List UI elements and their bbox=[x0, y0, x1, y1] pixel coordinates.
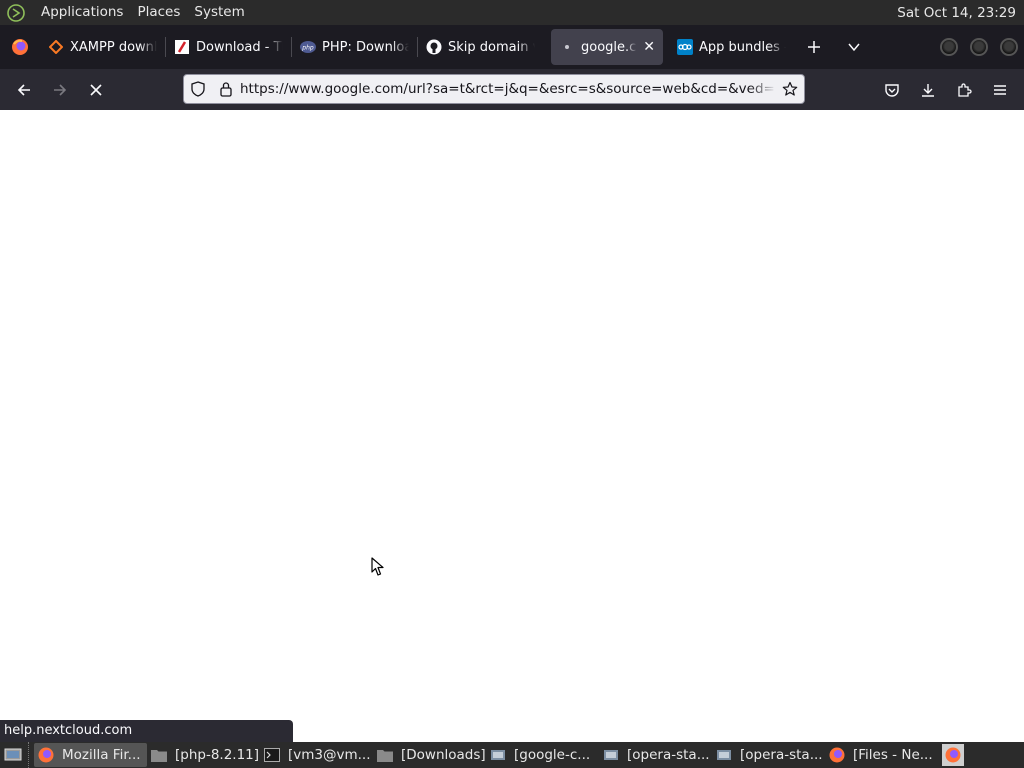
stop-x-icon bbox=[90, 83, 102, 96]
bottom-taskbar: Mozilla Fir... [php-8.2.11] [vm3@vm... [… bbox=[0, 742, 1024, 768]
url-text[interactable]: https://www.google.com/url?sa=t&rct=j&q=… bbox=[240, 81, 776, 97]
hamburger-menu-icon bbox=[994, 85, 1006, 95]
arrow-right-icon bbox=[54, 83, 67, 96]
close-tab-icon[interactable]: ✕ bbox=[643, 39, 655, 55]
taskbar-item-label: Mozilla Fir... bbox=[62, 747, 141, 763]
tab-nextcloud[interactable]: App bundles - bbox=[669, 29, 794, 65]
extensions-button[interactable] bbox=[946, 72, 982, 108]
plus-icon bbox=[808, 41, 820, 53]
taskbar-item-opera-stable-package-2[interactable]: [opera-sta... bbox=[712, 743, 825, 767]
lock-icon[interactable] bbox=[212, 75, 240, 103]
address-bar[interactable]: https://www.google.com/url?sa=t&rct=j&q=… bbox=[183, 74, 805, 104]
loading-dot-icon bbox=[559, 39, 575, 55]
download-page-icon bbox=[174, 39, 190, 55]
github-icon bbox=[426, 39, 442, 55]
tab-php[interactable]: php PHP: Downloa bbox=[292, 29, 417, 65]
taskbar-item-downloads-folder[interactable]: [Downloads] bbox=[373, 743, 486, 767]
tab-label: Download - Th bbox=[196, 39, 283, 55]
tab-label: PHP: Downloa bbox=[322, 39, 409, 55]
stop-loading-button[interactable] bbox=[78, 72, 114, 108]
tab-label: App bundles - bbox=[699, 39, 786, 55]
download-arrow-icon bbox=[922, 84, 934, 97]
app-menu-button[interactable] bbox=[982, 72, 1018, 108]
back-button[interactable] bbox=[6, 72, 42, 108]
tab-label: Skip domain va bbox=[448, 39, 535, 55]
status-link-overlay: help.nextcloud.com bbox=[0, 720, 293, 742]
taskbar-item-google-chrome-package[interactable]: [google-c... bbox=[486, 743, 599, 767]
firefox-view-button[interactable] bbox=[0, 25, 40, 69]
taskbar-item-label: [opera-sta... bbox=[627, 747, 710, 763]
clock[interactable]: Sat Oct 14, 23:29 bbox=[897, 5, 1024, 21]
nextcloud-icon bbox=[677, 39, 693, 55]
pocket-button[interactable] bbox=[874, 72, 910, 108]
top-system-panel: Applications Places System Sat Oct 14, 2… bbox=[0, 0, 1024, 25]
maximize-button[interactable] bbox=[970, 38, 988, 56]
tab-github[interactable]: Skip domain va bbox=[418, 29, 543, 65]
forward-button[interactable] bbox=[42, 72, 78, 108]
svg-text:php: php bbox=[301, 45, 314, 52]
firefox-icon bbox=[38, 747, 54, 763]
terminal-icon bbox=[264, 747, 280, 763]
tab-download[interactable]: Download - Th bbox=[166, 29, 291, 65]
minimize-button[interactable] bbox=[940, 38, 958, 56]
tab-label: google.com bbox=[581, 39, 637, 55]
list-all-tabs-button[interactable] bbox=[834, 25, 874, 69]
tab-xampp[interactable]: XAMPP downl bbox=[40, 29, 165, 65]
package-icon bbox=[603, 747, 619, 763]
taskbar-item-label: [opera-sta... bbox=[740, 747, 823, 763]
taskbar-item-opera-stable-package-1[interactable]: [opera-sta... bbox=[599, 743, 712, 767]
tray-firefox-launcher[interactable] bbox=[942, 744, 964, 766]
php-icon: php bbox=[300, 39, 316, 55]
page-content-area[interactable]: help.nextcloud.com bbox=[0, 110, 1024, 742]
mouse-pointer-icon bbox=[371, 557, 384, 576]
tab-label: XAMPP downl bbox=[70, 39, 157, 55]
firefox-icon bbox=[12, 39, 28, 55]
system-menu[interactable]: System bbox=[187, 0, 251, 25]
package-icon bbox=[716, 747, 732, 763]
places-menu[interactable]: Places bbox=[130, 0, 187, 25]
package-icon bbox=[490, 747, 506, 763]
bookmark-star-icon[interactable] bbox=[776, 75, 804, 103]
taskbar-item-files-nextcloud[interactable]: [Files - Ne... bbox=[825, 743, 938, 767]
taskbar-item-label: [vm3@vm... bbox=[288, 747, 371, 763]
navigation-toolbar: https://www.google.com/url?sa=t&rct=j&q=… bbox=[0, 69, 1024, 110]
new-tab-button[interactable] bbox=[794, 25, 834, 69]
taskbar-item-label: [php-8.2.11] bbox=[175, 747, 260, 763]
close-window-button[interactable] bbox=[1000, 38, 1018, 56]
desktop-icon bbox=[4, 748, 22, 761]
firefox-icon bbox=[829, 747, 845, 763]
tracking-protection-shield-icon[interactable] bbox=[184, 75, 212, 103]
folder-icon bbox=[377, 747, 393, 763]
applications-menu[interactable]: Applications bbox=[34, 0, 130, 25]
arrow-left-icon bbox=[17, 83, 30, 96]
taskbar-item-php-folder[interactable]: [php-8.2.11] bbox=[147, 743, 260, 767]
tab-google-active[interactable]: google.com ✕ bbox=[551, 29, 663, 65]
tab-strip: XAMPP downl Download - Th php PHP: Downl… bbox=[0, 25, 1024, 69]
xampp-icon bbox=[48, 39, 64, 55]
taskbar-item-label: [Downloads] bbox=[401, 747, 486, 763]
taskbar-item-label: [google-c... bbox=[514, 747, 591, 763]
mate-menu-logo-icon[interactable] bbox=[5, 2, 27, 24]
puzzle-piece-icon bbox=[958, 83, 972, 97]
taskbar-item-firefox[interactable]: Mozilla Fir... bbox=[34, 743, 147, 767]
taskbar-item-label: [Files - Ne... bbox=[853, 747, 933, 763]
taskbar-item-terminal[interactable]: [vm3@vm... bbox=[260, 743, 373, 767]
folder-icon bbox=[151, 747, 167, 763]
chevron-down-icon bbox=[848, 43, 860, 52]
downloads-button[interactable] bbox=[910, 72, 946, 108]
pocket-icon bbox=[885, 84, 899, 97]
window-controls bbox=[940, 38, 1018, 56]
show-desktop-button[interactable] bbox=[0, 742, 26, 768]
firefox-icon bbox=[945, 747, 961, 763]
